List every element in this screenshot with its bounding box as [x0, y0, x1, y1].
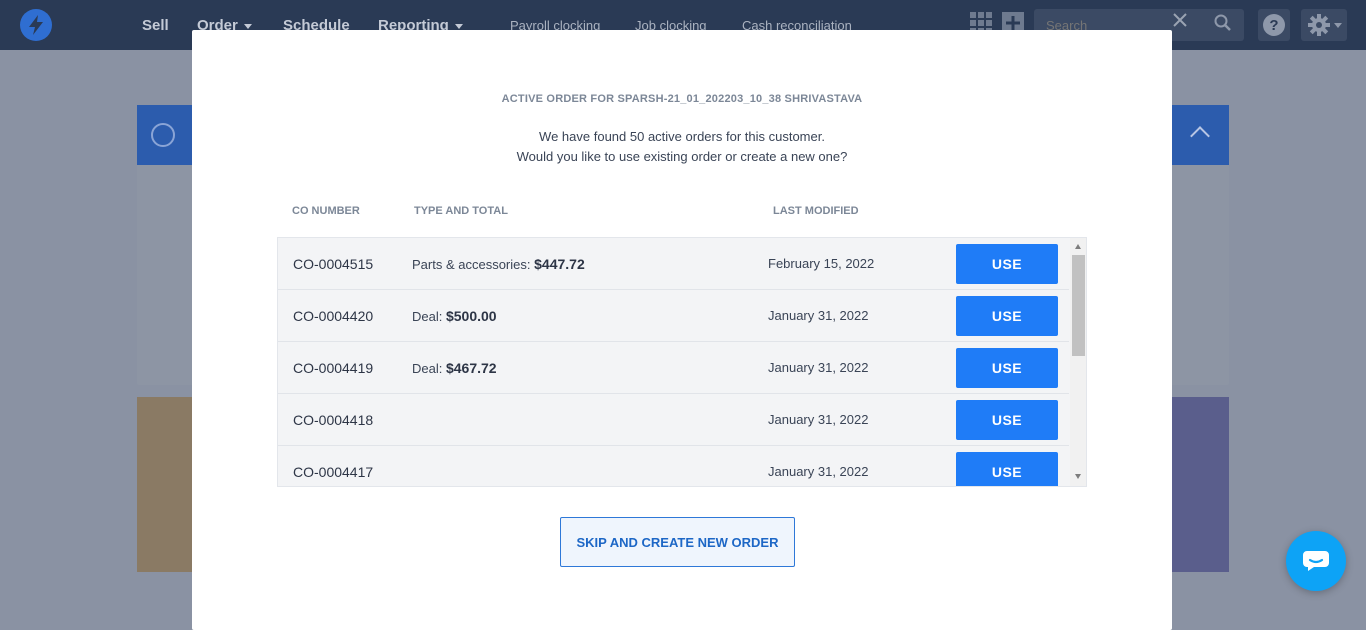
modal-title: ACTIVE ORDER FOR SPARSH-21_01_202203_10_… [501, 93, 863, 105]
close-icon[interactable] [1170, 10, 1190, 30]
modal-description: We have found 50 active orders for this … [192, 127, 1172, 167]
modal-description-line-2: Would you like to use existing order or … [516, 149, 848, 164]
orders-table: CO-0004515 Parts & accessories: $447.72 … [277, 237, 1087, 487]
table-row: CO-0004417 January 31, 2022 USE [278, 446, 1069, 486]
table-row: CO-0004515 Parts & accessories: $447.72 … [278, 238, 1069, 290]
co-number-cell: CO-0004417 [293, 464, 374, 480]
modal-description-line-1: We have found 50 active orders for this … [539, 129, 825, 144]
background-tile [137, 397, 197, 572]
question-mark-icon: ? [1263, 14, 1285, 36]
use-order-button[interactable]: USE [956, 400, 1058, 440]
column-header-co-number: CO NUMBER [292, 205, 360, 217]
co-number-cell: CO-0004418 [293, 412, 374, 428]
help-button[interactable]: ? [1258, 9, 1290, 41]
column-header-last-modified: LAST MODIFIED [773, 205, 859, 217]
background-tile [1168, 397, 1229, 572]
order-type: Parts & accessories: [412, 257, 531, 272]
column-header-type-and-total: TYPE AND TOTAL [414, 205, 508, 217]
order-total: $467.72 [445, 360, 497, 376]
gear-icon [1307, 14, 1330, 36]
order-total: $447.72 [534, 256, 585, 272]
use-order-button[interactable]: USE [956, 296, 1058, 336]
skip-and-create-new-order-button[interactable]: SKIP AND CREATE NEW ORDER [560, 517, 795, 567]
co-number-cell: CO-0004419 [293, 360, 374, 376]
order-type: Deal: [412, 309, 443, 324]
last-modified-cell: January 31, 2022 [768, 308, 869, 323]
last-modified-cell: January 31, 2022 [768, 360, 869, 375]
scroll-down-arrow-icon[interactable] [1075, 474, 1081, 479]
type-total-cell: Deal: $500.00 [412, 308, 497, 324]
scroll-up-arrow-icon[interactable] [1075, 244, 1081, 249]
chevron-down-icon [1333, 22, 1342, 28]
nav-sell-label: Sell [142, 17, 169, 34]
order-total: $500.00 [445, 308, 497, 324]
nav-sell[interactable]: Sell [142, 17, 169, 34]
search-icon[interactable] [1214, 14, 1232, 32]
last-modified-cell: January 31, 2022 [768, 464, 869, 479]
scrollbar-thumb[interactable] [1072, 255, 1085, 356]
chevron-down-icon [454, 23, 463, 29]
table-row: CO-0004418 January 31, 2022 USE [278, 394, 1069, 446]
chevron-down-icon [243, 23, 252, 29]
type-total-cell: Parts & accessories: $447.72 [412, 256, 585, 272]
chevron-up-icon [1190, 126, 1210, 146]
settings-button[interactable] [1301, 9, 1347, 41]
logo-bolt-icon[interactable] [20, 9, 52, 41]
co-number-cell: CO-0004420 [293, 308, 374, 324]
use-order-button[interactable]: USE [956, 452, 1058, 486]
use-order-button[interactable]: USE [956, 244, 1058, 284]
last-modified-cell: February 15, 2022 [768, 256, 875, 271]
table-row: CO-0004420 Deal: $500.00 January 31, 202… [278, 290, 1069, 342]
chat-widget-button[interactable] [1286, 531, 1346, 591]
order-type: Deal: [412, 361, 443, 376]
table-row: CO-0004419 Deal: $467.72 January 31, 202… [278, 342, 1069, 394]
chat-bubble-icon [1303, 551, 1329, 571]
use-order-button[interactable]: USE [956, 348, 1058, 388]
table-scrollbar[interactable] [1070, 238, 1086, 486]
user-icon [151, 123, 175, 147]
co-number-cell: CO-0004515 [293, 256, 374, 272]
last-modified-cell: January 31, 2022 [768, 412, 869, 427]
active-order-modal: ACTIVE ORDER FOR SPARSH-21_01_202203_10_… [192, 30, 1172, 630]
type-total-cell: Deal: $467.72 [412, 360, 497, 376]
